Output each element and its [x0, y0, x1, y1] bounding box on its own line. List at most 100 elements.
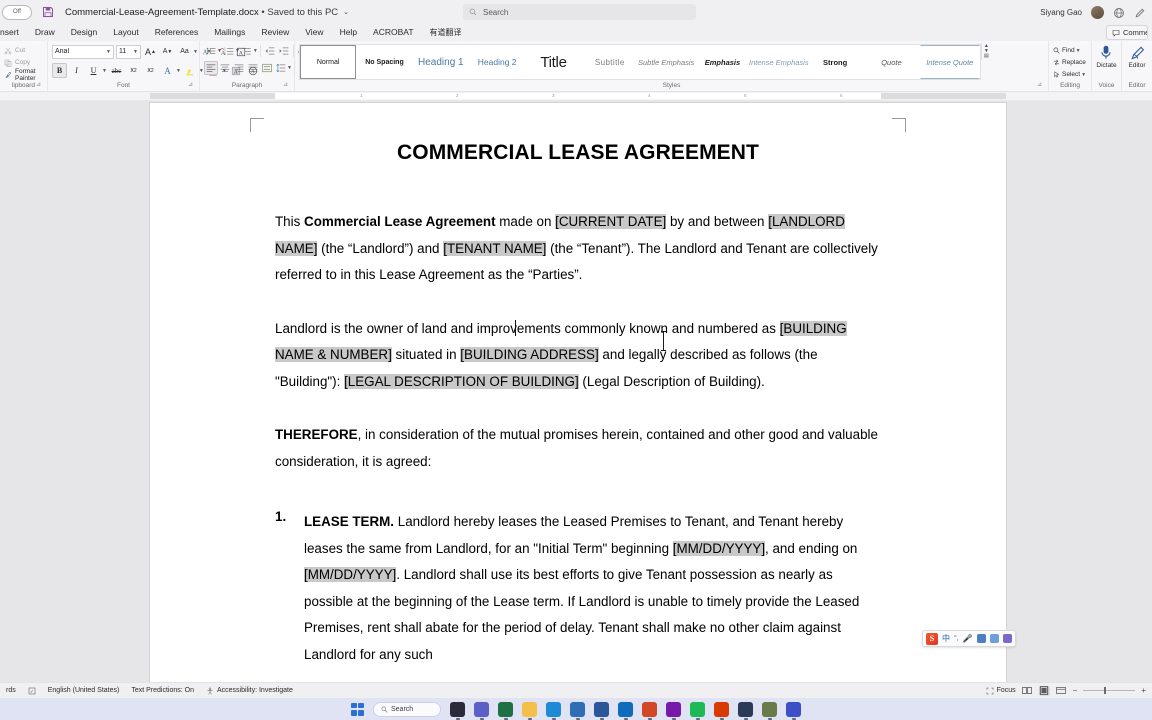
word-count[interactable]: rds: [0, 687, 22, 694]
focus-button[interactable]: Focus: [986, 687, 1016, 695]
horizontal-ruler[interactable]: 1 2 3 4 5 6: [0, 92, 1152, 101]
teams-icon[interactable]: [474, 701, 489, 717]
placeholder-end-date[interactable]: [MM/DD/YYYY]: [304, 567, 397, 582]
shrink-font-button[interactable]: A ▼: [160, 44, 175, 59]
italic-button[interactable]: I: [69, 63, 84, 78]
media-icon[interactable]: [786, 701, 801, 717]
tab-review[interactable]: Review: [253, 24, 297, 41]
find-button[interactable]: Find ▼: [1053, 45, 1086, 56]
zoom-slider[interactable]: [1083, 687, 1136, 694]
outlook-icon[interactable]: [618, 701, 633, 717]
grow-font-button[interactable]: A ▲: [143, 44, 158, 59]
style-emphasis[interactable]: Emphasis: [694, 45, 750, 79]
tab-view[interactable]: View: [297, 24, 331, 41]
style-subtitle[interactable]: Subtitle: [582, 45, 638, 79]
select-button[interactable]: Select ▼: [1053, 69, 1086, 80]
office-icon[interactable]: [714, 701, 729, 717]
style-intense-quote[interactable]: Intense Quote: [919, 45, 980, 79]
zoom-in-button[interactable]: +: [1141, 686, 1146, 695]
web-layout-button[interactable]: [1056, 686, 1067, 696]
print-layout-button[interactable]: [1038, 685, 1050, 696]
font-size-combo[interactable]: 11 ▼: [116, 44, 141, 59]
justify-button[interactable]: [246, 61, 260, 75]
numbering-button[interactable]: 123: [222, 44, 236, 58]
style-heading-2[interactable]: Heading 2: [469, 45, 525, 79]
document-canvas[interactable]: COMMERCIAL LEASE AGREEMENT This Commerci…: [0, 101, 1152, 682]
chevron-down-icon[interactable]: ▼: [253, 48, 258, 54]
taskbar-search[interactable]: Search: [373, 701, 441, 717]
file-explorer-icon[interactable]: [450, 701, 465, 717]
paragraph-parties[interactable]: This Commercial Lease Agreement made on …: [275, 209, 881, 289]
font-name-combo[interactable]: Arial ▼: [52, 44, 114, 59]
zoom-slider-handle[interactable]: [1104, 687, 1107, 694]
tab-draw[interactable]: Draw: [27, 24, 63, 41]
multilevel-list-button[interactable]: [240, 44, 254, 58]
align-center-button[interactable]: [218, 61, 232, 75]
style-normal[interactable]: Normal: [300, 45, 357, 79]
bold-button[interactable]: B: [52, 63, 67, 78]
tab-help[interactable]: Help: [332, 24, 365, 41]
sogou-logo-icon[interactable]: S: [926, 632, 938, 645]
align-right-button[interactable]: [232, 61, 246, 75]
document-filename[interactable]: Commercial-Lease-Agreement-Template.docx…: [65, 7, 338, 18]
language-status[interactable]: English (United States): [42, 687, 126, 694]
toolbox-icon[interactable]: [1002, 634, 1012, 643]
placeholder-legal-description[interactable]: [LEGAL DESCRIPTION OF BUILDING]: [344, 373, 579, 389]
edge-icon[interactable]: [546, 701, 561, 717]
paragraph-dialog-launcher[interactable]: ⊿: [283, 80, 288, 90]
list-item-text[interactable]: LEASE TERM. Landlord hereby leases the L…: [304, 509, 881, 668]
chevron-down-icon[interactable]: ▼: [1076, 48, 1081, 54]
cut-button[interactable]: Cut: [4, 45, 43, 56]
chinese-mode-icon[interactable]: 中: [942, 633, 950, 644]
style-heading-1[interactable]: Heading 1: [413, 45, 469, 79]
font-dialog-launcher[interactable]: ⊿: [188, 80, 193, 90]
ruler-right-margin[interactable]: [881, 93, 1006, 99]
replace-button[interactable]: Replace: [1053, 57, 1086, 68]
increase-indent-button[interactable]: [277, 44, 291, 58]
text-effects-button[interactable]: A: [160, 63, 175, 78]
keyboard-icon[interactable]: [976, 634, 986, 643]
user-name[interactable]: Siyang Gao: [1040, 8, 1082, 17]
copy-button[interactable]: Copy: [4, 57, 43, 68]
folder-icon[interactable]: [522, 701, 537, 717]
tab-references[interactable]: References: [147, 24, 206, 41]
line-spacing-button[interactable]: [274, 61, 288, 75]
chevron-down-icon[interactable]: ⌄: [343, 8, 349, 16]
skin-icon[interactable]: [989, 634, 999, 643]
chevron-down-icon[interactable]: ▼: [287, 65, 292, 71]
distributed-button[interactable]: [260, 61, 274, 75]
punctuation-icon[interactable]: °,: [954, 635, 959, 642]
spotify-icon[interactable]: [690, 701, 705, 717]
word-icon[interactable]: [594, 701, 609, 717]
text-highlight-color-button[interactable]: [183, 63, 198, 78]
numbered-item-lease-term[interactable]: 1. LEASE TERM. Landlord hereby leases th…: [275, 509, 881, 668]
excel-icon[interactable]: [498, 701, 513, 717]
align-left-button[interactable]: [204, 61, 218, 75]
paragraph-building[interactable]: Landlord is the owner of land and improv…: [275, 316, 881, 396]
tab-insert[interactable]: nsert: [0, 24, 27, 41]
styles-gallery-scroll[interactable]: ▲ ▼ ▤: [980, 43, 991, 60]
photo-icon[interactable]: [762, 701, 777, 717]
style-quote[interactable]: Quote: [863, 45, 919, 79]
chevron-down-icon[interactable]: ▼: [193, 49, 198, 55]
style-title[interactable]: Title: [525, 45, 581, 79]
tab-mailings[interactable]: Mailings: [206, 24, 253, 41]
format-painter-button[interactable]: Format Painter: [4, 68, 43, 82]
style-strong[interactable]: Strong: [807, 45, 863, 79]
read-mode-button[interactable]: [1022, 686, 1033, 696]
save-icon[interactable]: [41, 6, 54, 19]
text-predictions-status[interactable]: Text Predictions: On: [125, 687, 200, 694]
onenote-icon[interactable]: [666, 701, 681, 717]
globe-icon[interactable]: [1113, 6, 1125, 18]
autosave-toggle[interactable]: Off: [2, 4, 32, 20]
ruler-left-margin[interactable]: [150, 93, 275, 99]
underline-button[interactable]: U: [86, 63, 101, 78]
ime-floating-toolbar[interactable]: S 中 °, 🎤: [922, 630, 1016, 647]
superscript-button[interactable]: x2: [143, 63, 158, 78]
comments-button[interactable]: Comme: [1106, 25, 1148, 40]
zoom-out-button[interactable]: −: [1073, 686, 1078, 695]
chevron-down-icon[interactable]: ▼: [176, 68, 181, 74]
change-case-button[interactable]: Aa: [177, 44, 192, 59]
tab-youdao-translate[interactable]: 有道翻译: [422, 24, 470, 41]
start-button[interactable]: [351, 702, 364, 716]
